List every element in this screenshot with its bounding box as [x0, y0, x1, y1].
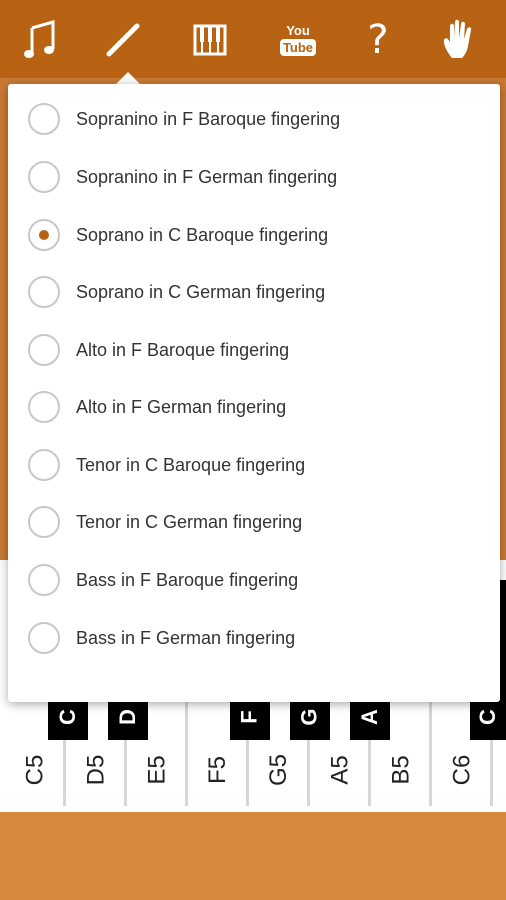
piano-icon	[193, 24, 227, 56]
fingering-option-label: Bass in F German fingering	[76, 627, 296, 648]
fingering-option-label: Tenor in C Baroque fingering	[76, 454, 306, 475]
recorder-icon	[106, 23, 140, 57]
black-key-label: A	[356, 709, 382, 725]
fingering-option-label: Soprano in C German fingering	[76, 281, 326, 302]
recorder-button[interactable]	[95, 12, 151, 68]
fingering-option-label: Alto in F Baroque fingering	[76, 339, 290, 360]
white-key-label: B5	[387, 755, 415, 785]
black-key-label: D	[114, 709, 140, 725]
piano-button[interactable]	[182, 12, 238, 68]
white-key-label: A5	[326, 755, 354, 785]
black-key-label: C	[474, 709, 500, 725]
youtube-icon: You Tube	[279, 23, 317, 56]
youtube-button[interactable]: You Tube	[270, 12, 326, 68]
youtube-icon-tube: Tube	[279, 39, 317, 56]
fingering-menu: Sopranino in F Baroque fingering Soprani…	[8, 84, 500, 702]
fingering-option[interactable]: Sopranino in F German fingering	[8, 148, 500, 206]
hand-button[interactable]	[432, 12, 488, 68]
toolbar: You Tube ?	[0, 0, 506, 78]
white-key-label: C5	[21, 754, 49, 786]
help-icon: ?	[367, 17, 389, 63]
radio-button[interactable]	[28, 103, 60, 135]
fingering-option[interactable]: Alto in F German fingering	[8, 378, 500, 436]
radio-button[interactable]	[28, 506, 60, 538]
fingering-option[interactable]: Sopranino in F Baroque fingering	[8, 90, 500, 148]
fingering-option-label: Sopranino in F German fingering	[76, 166, 338, 187]
fingering-option-label: Tenor in C German fingering	[76, 511, 303, 532]
radio-button-checked[interactable]	[28, 219, 60, 251]
help-button[interactable]: ?	[350, 12, 406, 68]
radio-button[interactable]	[28, 564, 60, 596]
white-key-label: F5	[204, 755, 232, 785]
hand-icon	[443, 19, 472, 58]
fingering-option-label: Bass in F Baroque fingering	[76, 569, 299, 590]
radio-button[interactable]	[28, 391, 60, 423]
fingering-option[interactable]: Alto in F Baroque fingering	[8, 321, 500, 379]
white-key-label: G5	[265, 753, 293, 787]
radio-button[interactable]	[28, 334, 60, 366]
black-key-label: F	[236, 710, 262, 724]
youtube-icon-you: You	[286, 23, 310, 38]
fingering-option-label: Alto in F German fingering	[76, 396, 287, 417]
fingering-option-selected[interactable]: Soprano in C Baroque fingering	[8, 206, 500, 264]
radio-button[interactable]	[28, 276, 60, 308]
music-note-icon	[24, 20, 55, 58]
fingering-option-label: Sopranino in F Baroque fingering	[76, 108, 341, 129]
fingering-option-label: Soprano in C Baroque fingering	[76, 224, 329, 245]
fingering-option[interactable]: Bass in F German fingering	[8, 609, 500, 667]
fingering-option[interactable]: Tenor in C Baroque fingering	[8, 436, 500, 494]
white-key-label: E5	[143, 755, 171, 785]
white-key-label: D5	[82, 754, 110, 786]
radio-button[interactable]	[28, 161, 60, 193]
black-key-label: C	[54, 709, 80, 725]
notes-button[interactable]	[12, 12, 68, 68]
fingering-option[interactable]: Soprano in C German fingering	[8, 263, 500, 321]
footer-bar	[0, 812, 506, 900]
fingering-option[interactable]: Tenor in C German fingering	[8, 493, 500, 551]
white-key-label: C6	[448, 754, 476, 786]
radio-button[interactable]	[28, 622, 60, 654]
fingering-option[interactable]: Bass in F Baroque fingering	[8, 551, 500, 609]
radio-button[interactable]	[28, 449, 60, 481]
black-key-label: G	[297, 708, 322, 726]
